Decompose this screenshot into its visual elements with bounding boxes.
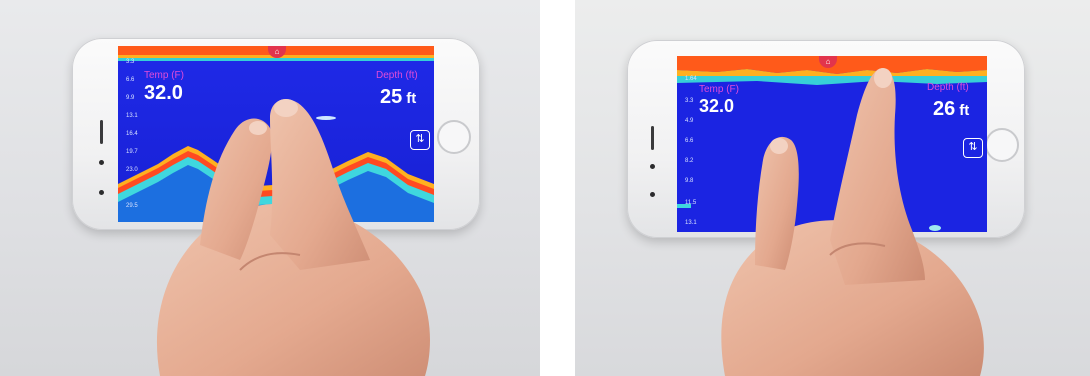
photo-pinch-gesture: ⌂ Temp (F) 32.0 Depth (ft) 25 ft ⇅ 3.3 6.…	[0, 0, 540, 376]
hand-swiping	[721, 68, 984, 376]
photo-swipe-gesture: ⌂ Temp (F) 32.0 Depth (ft) 26 ft ⇅ 1.64 3…	[575, 0, 1090, 376]
hand-pinching	[156, 99, 431, 376]
